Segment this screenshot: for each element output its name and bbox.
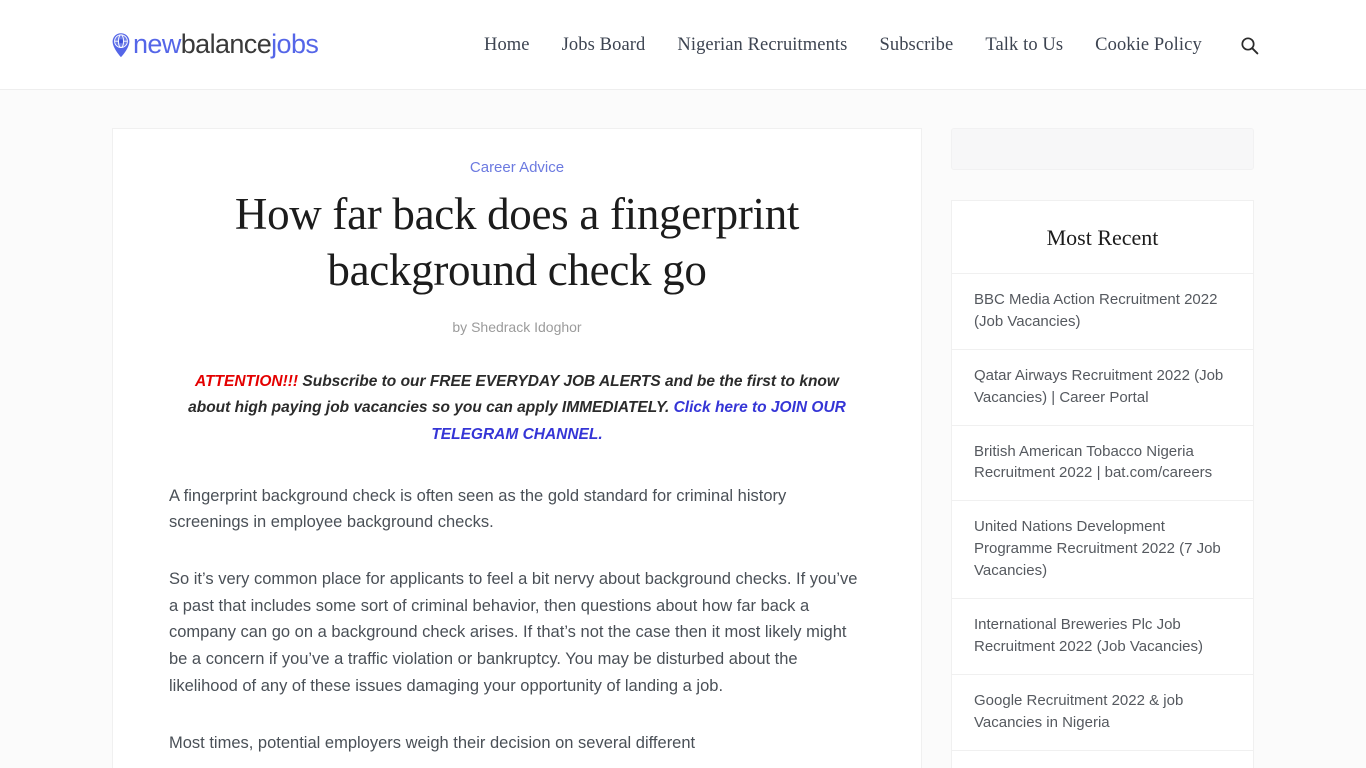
article-byline: by Shedrack Idoghor: [452, 318, 582, 335]
nav-item-subscribe[interactable]: Subscribe: [863, 35, 969, 56]
recent-posts-list: BBC Media Action Recruitment 2022 (Job V…: [952, 274, 1253, 768]
logo-text: newbalancejobs: [133, 29, 319, 59]
article-paragraph: Most times, potential employers weigh th…: [169, 733, 696, 752]
list-item: Genesis Group Recruitment and Recent Vac…: [952, 751, 1253, 768]
site-header: newbalancejobs Home Jobs Board Nigerian …: [0, 0, 1366, 90]
recent-post-link[interactable]: Google Recruitment 2022 & job Vacancies …: [952, 675, 1253, 750]
article-paragraph: A fingerprint background check is often …: [169, 486, 787, 532]
nav-item-cookie-policy[interactable]: Cookie Policy: [1079, 35, 1218, 56]
nav-item-jobs-board[interactable]: Jobs Board: [546, 35, 662, 56]
search-icon[interactable]: [1240, 35, 1260, 55]
list-item: International Breweries Plc Job Recruitm…: [952, 599, 1253, 675]
logo-text-new: new: [133, 29, 181, 59]
article-card: Career Advice How far back does a finger…: [112, 128, 922, 768]
most-recent-widget: Most Recent BBC Media Action Recruitment…: [951, 200, 1254, 768]
page-content: Career Advice How far back does a finger…: [0, 90, 1366, 768]
recent-post-link[interactable]: Qatar Airways Recruitment 2022 (Job Vaca…: [952, 350, 1253, 425]
attention-notice: ATTENTION!!! Subscribe to our FREE EVERY…: [169, 369, 865, 449]
list-item: British American Tobacco Nigeria Recruit…: [952, 426, 1253, 502]
article-paragraph: So it’s very common place for applicants…: [169, 570, 858, 695]
site-logo[interactable]: newbalancejobs: [110, 29, 319, 59]
attention-shout: ATTENTION!!!: [195, 372, 299, 390]
map-pin-icon: [110, 32, 133, 58]
sidebar-ad-placeholder: [951, 128, 1254, 170]
logo-text-balance: balance: [180, 29, 272, 59]
recent-post-link[interactable]: Genesis Group Recruitment and Recent Vac…: [952, 751, 1253, 768]
logo-text-jobs: jobs: [271, 29, 319, 59]
recent-post-link[interactable]: United Nations Development Programme Rec…: [952, 501, 1253, 598]
article-category-link[interactable]: Career Advice: [169, 159, 865, 176]
nav-item-nigerian-recruitments[interactable]: Nigerian Recruitments: [661, 35, 863, 56]
page-title: How far back does a fingerprint backgrou…: [234, 189, 800, 295]
recent-post-link[interactable]: International Breweries Plc Job Recruitm…: [952, 599, 1253, 674]
list-item: BBC Media Action Recruitment 2022 (Job V…: [952, 274, 1253, 350]
nav-item-home[interactable]: Home: [484, 35, 546, 56]
nav-item-talk-to-us[interactable]: Talk to Us: [969, 35, 1079, 56]
main-navigation: Home Jobs Board Nigerian Recruitments Su…: [484, 0, 1260, 90]
list-item: Qatar Airways Recruitment 2022 (Job Vaca…: [952, 350, 1253, 426]
recent-post-link[interactable]: British American Tobacco Nigeria Recruit…: [952, 426, 1253, 501]
widget-title: Most Recent: [952, 201, 1253, 274]
list-item: United Nations Development Programme Rec…: [952, 501, 1253, 600]
recent-post-link[interactable]: BBC Media Action Recruitment 2022 (Job V…: [952, 274, 1253, 349]
list-item: Google Recruitment 2022 & job Vacancies …: [952, 675, 1253, 751]
sidebar: Most Recent BBC Media Action Recruitment…: [951, 128, 1254, 768]
